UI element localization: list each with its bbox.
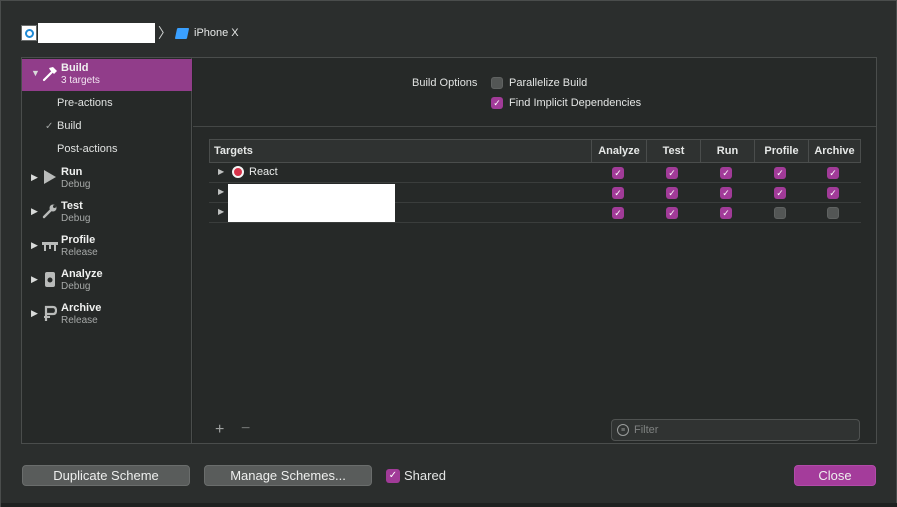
device-icon [174,27,190,39]
filter-icon: ≡ [617,424,629,436]
scheme-panel: ▼ Build 3 targets Pre-actions ✓ Build Po… [21,57,877,444]
test-checkbox[interactable]: ✓ [666,207,678,219]
analyze-checkbox[interactable]: ✓ [612,187,624,199]
sidebar-item-build[interactable]: ▼ Build 3 targets [22,59,192,91]
sidebar-item-title: Profile [61,234,96,246]
sidebar-item-subtitle: Debug [61,179,91,190]
run-checkbox[interactable]: ✓ [720,167,732,179]
build-content: Build Options Parallelize Build ✓ Find I… [193,58,876,443]
divider [193,126,876,127]
sidebar-item-title: Build [61,62,89,74]
parallelize-build-option[interactable]: Parallelize Build [491,76,587,90]
archive-checkbox[interactable]: ✓ [827,167,839,179]
shared-label: Shared [404,468,446,483]
profile-checkbox[interactable] [774,207,786,219]
scheme-name-redacted[interactable] [38,23,155,43]
test-checkbox[interactable]: ✓ [666,187,678,199]
sidebar-item-test[interactable]: ▶ Test Debug [22,197,192,229]
disclosure-collapsed-icon[interactable]: ▶ [218,167,224,176]
sidebar-item-analyze[interactable]: ▶ Analyze Debug [22,265,192,297]
sidebar-item-pre-actions[interactable]: Pre-actions [57,97,113,109]
sidebar-item-profile[interactable]: ▶ Profile Release [22,231,192,263]
scheme-editor-dialog: 〉 iPhone X ▼ Build 3 targets Pre-actions… [0,0,897,507]
target-name: React [249,166,278,178]
profile-checkbox[interactable]: ✓ [774,187,786,199]
disclosure-collapsed-icon[interactable]: ▶ [31,206,38,217]
build-options-label: Build Options [412,77,478,89]
archive-checkbox[interactable]: ✓ [827,187,839,199]
targets-table: Targets Analyze Test Run Profile Archive… [209,139,861,223]
find-implicit-dependencies-checkbox[interactable]: ✓ [491,97,503,109]
disclosure-collapsed-icon[interactable]: ▶ [218,187,224,196]
hammer-icon [41,64,59,82]
disclosure-collapsed-icon[interactable]: ▶ [31,308,38,319]
parallelize-build-checkbox[interactable] [491,77,503,89]
analyze-icon [41,270,59,288]
scheme-selector[interactable]: 〉 iPhone X [21,23,239,43]
sidebar-item-title: Analyze [61,268,103,280]
sidebar: ▼ Build 3 targets Pre-actions ✓ Build Po… [22,58,192,443]
find-implicit-dependencies-option[interactable]: ✓ Find Implicit Dependencies [491,96,641,110]
column-header-run[interactable]: Run [700,140,754,162]
sidebar-item-title: Run [61,166,83,178]
shared-option[interactable]: ✓ Shared [386,468,446,483]
table-header: Targets Analyze Test Run Profile Archive [209,139,861,163]
parallelize-build-label: Parallelize Build [509,77,588,89]
column-header-archive[interactable]: Archive [808,140,860,162]
disclosure-expanded-icon[interactable]: ▼ [31,68,40,78]
archive-checkbox[interactable] [827,207,839,219]
sidebar-item-title: Archive [61,302,102,314]
run-checkbox[interactable]: ✓ [720,187,732,199]
sidebar-item-subtitle: Debug [61,213,91,224]
archive-icon [41,304,59,322]
test-checkbox[interactable]: ✓ [666,167,678,179]
sidebar-item-title: Test [61,200,83,212]
device-name[interactable]: iPhone X [194,27,239,39]
find-implicit-dependencies-label: Find Implicit Dependencies [509,97,642,109]
disclosure-collapsed-icon[interactable]: ▶ [31,172,38,183]
sidebar-item-post-actions[interactable]: Post-actions [57,143,118,155]
manage-schemes-button[interactable]: Manage Schemes... [204,465,372,486]
disclosure-collapsed-icon[interactable]: ▶ [31,274,38,285]
column-header-profile[interactable]: Profile [754,140,808,162]
run-checkbox[interactable]: ✓ [720,207,732,219]
close-button[interactable]: Close [794,465,876,486]
shared-checkbox[interactable]: ✓ [386,468,400,483]
filter-field[interactable]: ≡ [611,419,860,441]
duplicate-scheme-button[interactable]: Duplicate Scheme [22,465,190,486]
sidebar-item-subtitle: Release [61,315,98,326]
profile-checkbox[interactable]: ✓ [774,167,786,179]
redacted-target-names [228,184,395,222]
gauge-icon [41,236,59,254]
disclosure-collapsed-icon[interactable]: ▶ [31,240,38,251]
scheme-icon [21,25,37,41]
play-icon [41,168,59,186]
sidebar-item-subtitle: Release [61,247,98,258]
checkmark-icon: ✓ [45,121,54,132]
sidebar-item-run[interactable]: ▶ Run Debug [22,163,192,195]
analyze-checkbox[interactable]: ✓ [612,167,624,179]
sidebar-item-subtitle: Debug [61,281,91,292]
sidebar-item-build-step[interactable]: Build [57,120,81,132]
disclosure-collapsed-icon[interactable]: ▶ [218,207,224,216]
sidebar-item-subtitle: 3 targets [61,75,100,86]
filter-input[interactable] [634,424,854,436]
table-row[interactable]: ▶ React ✓ ✓ ✓ ✓ ✓ [209,163,861,183]
sidebar-item-archive[interactable]: ▶ Archive Release [22,299,192,331]
column-header-targets[interactable]: Targets [214,140,253,162]
background-strip [1,503,897,507]
add-target-button[interactable]: + [215,421,224,439]
target-icon [232,166,244,178]
wrench-icon [41,202,59,220]
column-header-analyze[interactable]: Analyze [591,140,646,162]
chevron-right-icon: 〉 [158,25,172,41]
remove-target-button[interactable]: − [241,420,250,438]
column-header-test[interactable]: Test [646,140,700,162]
analyze-checkbox[interactable]: ✓ [612,207,624,219]
